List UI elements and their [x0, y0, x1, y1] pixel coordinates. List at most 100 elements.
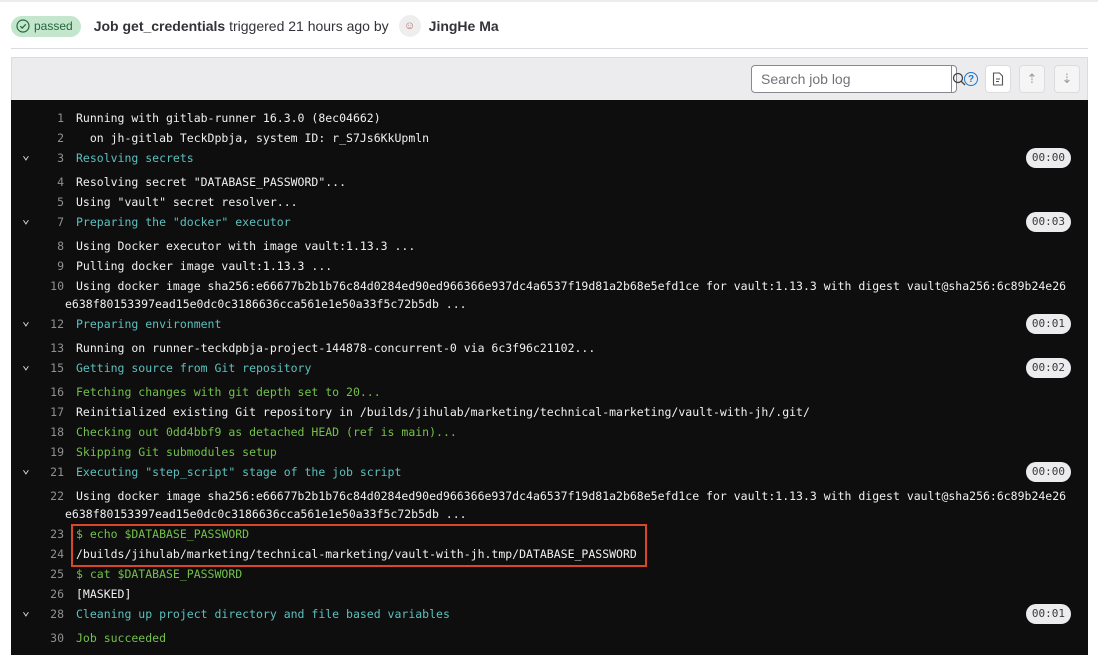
- line-number[interactable]: 18: [11, 423, 64, 441]
- status-label: passed: [34, 19, 73, 33]
- log-text: Pulling docker image vault:1.13.3 ...: [76, 257, 332, 275]
- line-number[interactable]: 7: [11, 213, 64, 231]
- log-text: Skipping Git submodules setup: [76, 443, 277, 461]
- log-line: 22 Using docker image sha256:e66677b2b1b7…: [11, 487, 1088, 525]
- log-text: Job succeeded: [76, 629, 166, 647]
- log-text-line: Using docker image sha256:e66677b2b1b76c…: [76, 279, 1067, 293]
- log-text: Getting source from Git repository: [76, 359, 311, 377]
- line-number[interactable]: 3: [11, 149, 64, 167]
- log-text-line: Using "vault" secret resolver...: [76, 195, 298, 209]
- log-text-line: Preparing the "docker" executor: [76, 215, 291, 229]
- log-text: Reinitialized existing Git repository in…: [76, 403, 810, 421]
- search-box: [751, 65, 966, 93]
- log-line: 4 Resolving secret "DATABASE_PASSWORD"...: [11, 173, 1088, 193]
- line-number[interactable]: 15: [11, 359, 64, 377]
- log-text: Resolving secrets: [76, 149, 194, 167]
- log-line: 10 Using docker image sha256:e66677b2b1b7…: [11, 277, 1088, 315]
- log-text: Using Docker executor with image vault:1…: [76, 237, 415, 255]
- search-job-log-input[interactable]: [752, 66, 951, 92]
- log-section-header[interactable]: ⌄ 7 Preparing the "docker" executor 00:03: [11, 212, 1088, 237]
- log-section-header[interactable]: ⌄ 28 Cleaning up project directory and fil…: [11, 604, 1088, 629]
- line-number[interactable]: 4: [11, 173, 64, 191]
- line-number[interactable]: 12: [11, 315, 64, 333]
- line-number[interactable]: 21: [11, 463, 64, 481]
- log-line: 8 Using Docker executor with image vault:…: [11, 237, 1088, 257]
- log-line: 30 Job succeeded: [11, 629, 1088, 649]
- log-text: Using "vault" secret resolver...: [76, 193, 298, 211]
- raw-log-button[interactable]: [985, 65, 1011, 93]
- log-line: 2 on jh-gitlab TeckDpbja, system ID: r_S…: [11, 129, 1088, 149]
- section-duration: 00:00: [1025, 148, 1071, 168]
- log-text-line: Using docker image sha256:e66677b2b1b76c…: [76, 489, 1067, 503]
- line-number[interactable]: 16: [11, 383, 64, 401]
- log-text-line: Fetching changes with git depth set to 2…: [76, 385, 381, 399]
- log-text-line: Cleaning up project directory and file b…: [76, 607, 450, 621]
- log-text: Fetching changes with git depth set to 2…: [76, 383, 381, 401]
- log-text-line: Preparing environment: [76, 317, 222, 331]
- line-number[interactable]: 26: [11, 585, 64, 603]
- highlight-box: [71, 524, 647, 567]
- log-section-header[interactable]: ⌄ 15 Getting source from Git repository 00:…: [11, 358, 1088, 383]
- line-number[interactable]: 25: [11, 565, 64, 583]
- log-line: 26 [MASKED]: [11, 585, 1088, 605]
- divider: [11, 48, 1088, 49]
- check-circle-icon: [16, 19, 30, 33]
- log-section-header[interactable]: ⌄ 21 Executing "step_script" stage of the …: [11, 462, 1088, 487]
- log-text-line: Reinitialized existing Git repository in…: [76, 405, 810, 419]
- avatar[interactable]: ☺: [398, 15, 421, 37]
- log-text: Cleaning up project directory and file b…: [76, 605, 450, 623]
- log-text-line: Resolving secret "DATABASE_PASSWORD"...: [76, 175, 347, 189]
- line-number[interactable]: 28: [11, 605, 64, 623]
- help-icon[interactable]: ?: [964, 72, 978, 86]
- line-number[interactable]: 23: [11, 525, 64, 543]
- log-text-continuation: e638f80153397ead15e0dc0c3186636cca561e1e…: [65, 507, 467, 521]
- line-number[interactable]: 2: [11, 129, 64, 147]
- section-duration: 00:01: [1025, 314, 1071, 334]
- log-text-line: [MASKED]: [76, 587, 132, 601]
- scroll-to-bottom-button[interactable]: ⇣: [1054, 65, 1080, 93]
- log-toolbar: ? ⇡ ⇣: [11, 57, 1088, 100]
- log-section-header[interactable]: ⌄ 12 Preparing environment 00:01: [11, 314, 1088, 339]
- log-text-line: Using Docker executor with image vault:1…: [76, 239, 416, 253]
- log-text-line: Running on runner-teckdpbja-project-1448…: [76, 341, 596, 355]
- line-number[interactable]: 22: [11, 487, 64, 505]
- log-text-line: Getting source from Git repository: [76, 361, 312, 375]
- line-number[interactable]: 1: [11, 109, 64, 127]
- log-text: Running with gitlab-runner 16.3.0 (8ec04…: [76, 109, 381, 127]
- line-number[interactable]: 10: [11, 277, 64, 295]
- log-line: 1 Running with gitlab-runner 16.3.0 (8ec0…: [11, 109, 1088, 129]
- user-name[interactable]: JingHe Ma: [429, 18, 499, 34]
- line-number[interactable]: 19: [11, 443, 64, 461]
- top-border: [0, 0, 1098, 2]
- line-number[interactable]: 5: [11, 193, 64, 211]
- job-log: 1 Running with gitlab-runner 16.3.0 (8ec0…: [11, 100, 1088, 655]
- log-text: on jh-gitlab TeckDpbja, system ID: r_S7J…: [76, 129, 429, 147]
- line-number[interactable]: 9: [11, 257, 64, 275]
- job-name[interactable]: get_credentials: [122, 18, 225, 34]
- log-text: Using docker image sha256:e66677b2b1b76c…: [65, 277, 1067, 313]
- line-number[interactable]: 17: [11, 403, 64, 421]
- log-text-line: Skipping Git submodules setup: [76, 445, 277, 459]
- line-number[interactable]: 24: [11, 545, 64, 563]
- job-header: passed Job get_credentials triggered 21 …: [11, 14, 499, 38]
- log-section-header[interactable]: ⌄ 3 Resolving secrets 00:00: [11, 148, 1088, 173]
- log-text: $ cat $DATABASE_PASSWORD: [76, 565, 242, 583]
- arrow-down-icon: ⇣: [1061, 71, 1073, 86]
- log-text-line: Job succeeded: [76, 631, 167, 645]
- line-number[interactable]: 13: [11, 339, 64, 357]
- status-badge[interactable]: passed: [11, 15, 81, 37]
- job-title: Job get_credentials triggered 21 hours a…: [94, 18, 389, 34]
- line-number[interactable]: 8: [11, 237, 64, 255]
- log-text: Preparing the "docker" executor: [76, 213, 291, 231]
- log-text-line: Executing "step_script" stage of the job…: [76, 465, 402, 479]
- log-text-line: Checking out 0dd4bbf9 as detached HEAD (…: [76, 425, 457, 439]
- section-duration: 00:00: [1025, 462, 1071, 482]
- log-text-line: $ cat $DATABASE_PASSWORD: [76, 567, 243, 581]
- log-line: 16 Fetching changes with git depth set to…: [11, 383, 1088, 403]
- log-text: Running on runner-teckdpbja-project-1448…: [76, 339, 595, 357]
- scroll-to-top-button[interactable]: ⇡: [1019, 65, 1045, 93]
- line-number[interactable]: 30: [11, 629, 64, 647]
- log-text-line: Running with gitlab-runner 16.3.0 (8ec04…: [76, 111, 381, 125]
- section-duration: 00:03: [1025, 212, 1071, 232]
- log-line: 19 Skipping Git submodules setup: [11, 443, 1088, 463]
